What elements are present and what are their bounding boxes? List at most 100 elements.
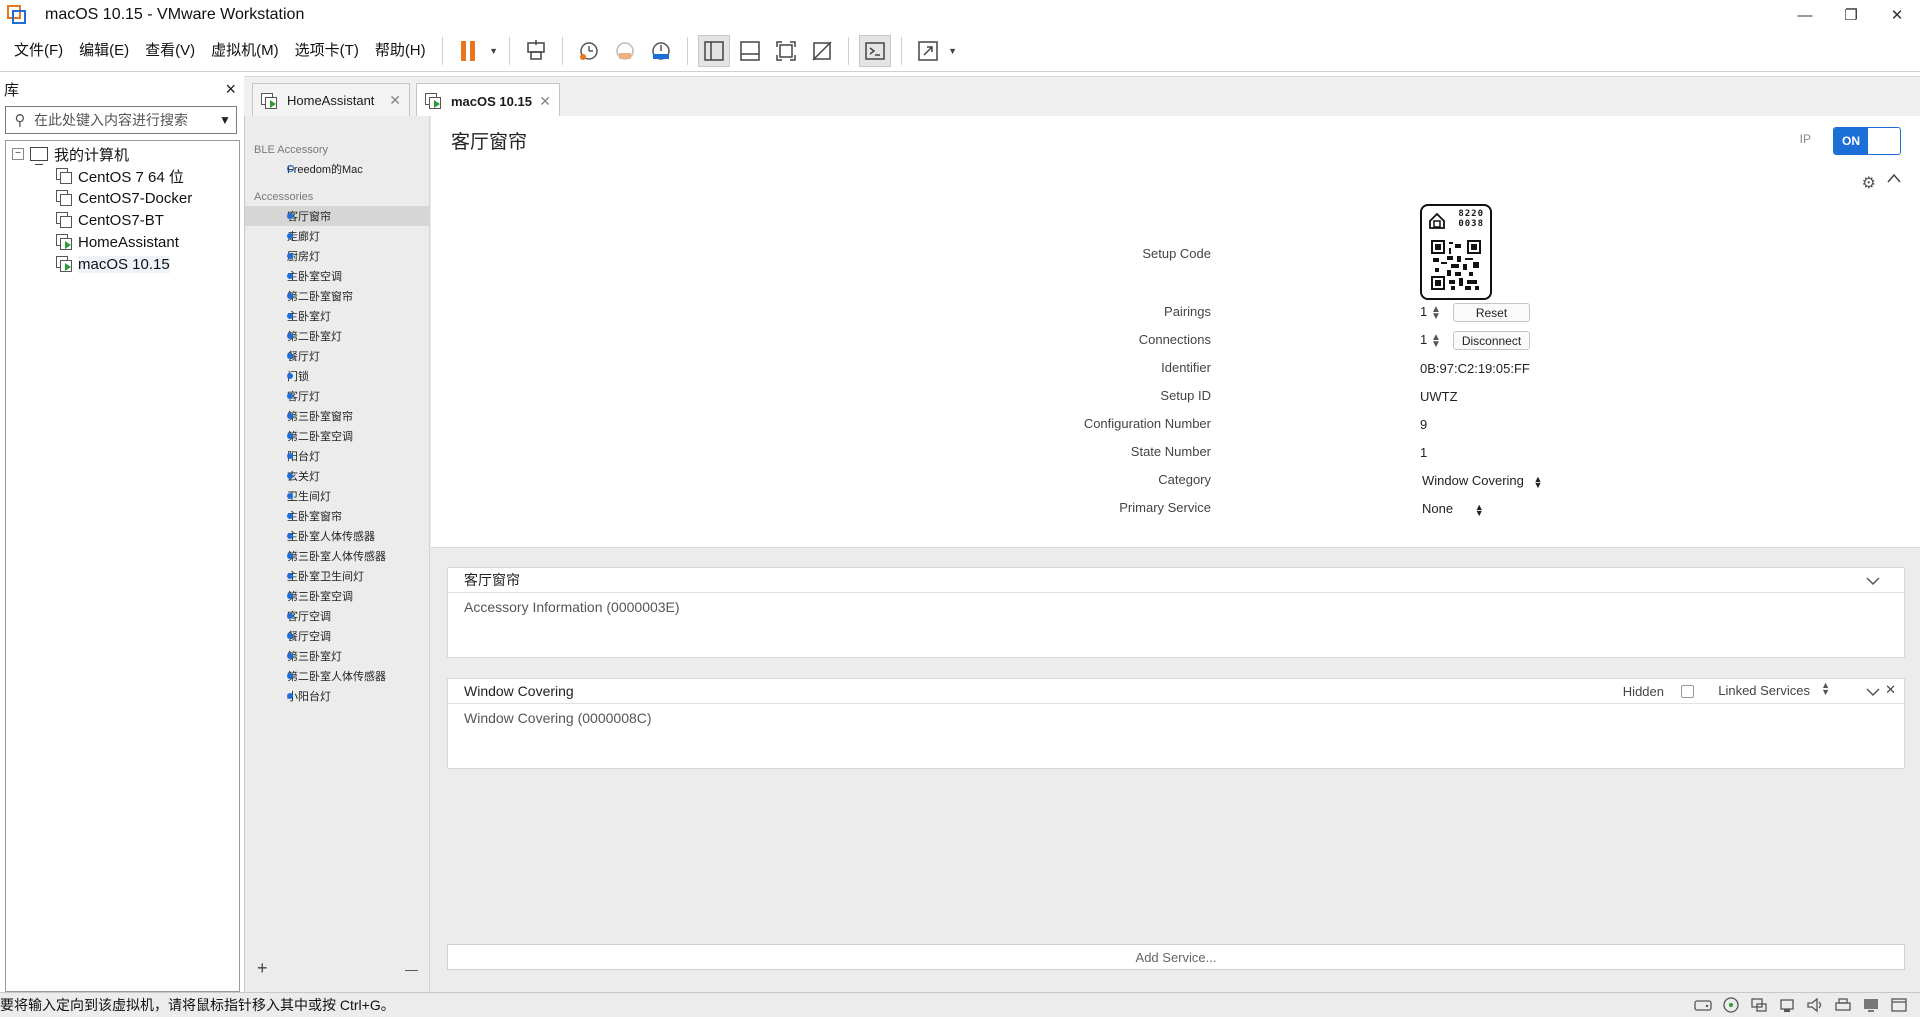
accessory-item[interactable]: 主卧室人体传感器 <box>245 526 429 546</box>
accessory-item[interactable]: 客厅灯 <box>245 386 429 406</box>
search-dropdown-icon[interactable]: ▼ <box>214 113 236 127</box>
disconnect-button[interactable]: Disconnect <box>1453 331 1530 350</box>
accessory-item[interactable]: 走廊灯 <box>245 226 429 246</box>
accessory-item[interactable]: 主卧室窗帘 <box>245 506 429 526</box>
accessory-item[interactable]: 厨房灯 <box>245 246 429 266</box>
show-thumbnail-bar-icon[interactable] <box>734 35 766 67</box>
add-accessory-button[interactable]: + <box>257 958 268 979</box>
ble-accessory-item[interactable]: Freedom的Mac <box>245 159 429 179</box>
menu-vm[interactable]: 虚拟机(M) <box>203 30 287 72</box>
tab-macos[interactable]: macOS 10.15 ✕ <box>416 83 560 118</box>
display-icon[interactable] <box>1860 996 1882 1014</box>
chevron-down-icon[interactable] <box>1866 573 1880 589</box>
tab-homeassistant[interactable]: HomeAssistant ✕ <box>252 83 410 117</box>
full-screen-icon[interactable] <box>770 35 802 67</box>
accessory-label: 卫生间灯 <box>287 491 331 503</box>
accessory-item[interactable]: 第三卧室空调 <box>245 586 429 606</box>
library-search[interactable]: ⚲ 在此处键入内容进行搜索 ▼ <box>5 106 237 134</box>
message-log-icon[interactable] <box>1888 996 1910 1014</box>
pairings-stepper-icon[interactable]: ▲ ▼ <box>1431 305 1441 322</box>
remove-accessory-button[interactable]: — <box>405 962 418 977</box>
hard-disk-icon[interactable] <box>1692 996 1714 1014</box>
pause-icon[interactable] <box>453 35 485 67</box>
vm-name: CentOS 7 64 位 <box>78 168 184 186</box>
toolbar-separator <box>561 36 563 65</box>
state-number-value: 1 <box>1420 445 1428 460</box>
console-view-icon[interactable] <box>858 34 891 67</box>
tree-item-vm[interactable]: macOS 10.15 <box>6 253 239 275</box>
snapshot-revert-icon[interactable] <box>609 35 641 67</box>
accessory-item[interactable]: 第三卧室人体传感器 <box>245 546 429 566</box>
accessory-item[interactable]: 第二卧室灯 <box>245 326 429 346</box>
menu-tabs[interactable]: 选项卡(T) <box>287 30 367 72</box>
connections-stepper-icon[interactable]: ▲ ▼ <box>1431 333 1441 350</box>
select-arrows-icon[interactable]: ▲ ▼ <box>1821 681 1830 697</box>
chevron-up-icon[interactable] <box>1887 170 1901 188</box>
toolbar-separator <box>900 36 902 65</box>
cd-dvd-icon[interactable] <box>1720 996 1742 1014</box>
menu-view[interactable]: 查看(V) <box>137 30 203 72</box>
ip-toggle[interactable]: ON <box>1833 127 1901 155</box>
chevron-down-icon[interactable] <box>1866 684 1880 700</box>
linked-services-label[interactable]: Linked Services <box>1718 683 1810 698</box>
menu-help[interactable]: 帮助(H) <box>367 30 434 72</box>
restore-button[interactable]: ❐ <box>1828 0 1874 30</box>
library-search-input[interactable]: 在此处键入内容进行搜索 <box>34 110 214 130</box>
tab-close-icon[interactable]: ✕ <box>539 93 551 110</box>
accessory-item[interactable]: 小阳台灯 <box>245 686 429 706</box>
window-title: macOS 10.15 - VMware Workstation <box>45 6 305 23</box>
tree-item-vm[interactable]: CentOS 7 64 位 <box>6 165 239 187</box>
accessory-item[interactable]: 餐厅灯 <box>245 346 429 366</box>
accessory-item[interactable]: 第二卧室窗帘 <box>245 286 429 306</box>
library-close-button[interactable]: × <box>225 79 236 100</box>
accessory-item[interactable]: 第二卧室人体传感器 <box>245 666 429 686</box>
tree-item-vm[interactable]: CentOS7-Docker <box>6 187 239 209</box>
close-icon[interactable]: ✕ <box>1885 682 1896 698</box>
hidden-checkbox[interactable] <box>1681 685 1694 698</box>
snapshot-take-icon[interactable] <box>573 35 605 67</box>
usb-icon[interactable] <box>1776 996 1798 1014</box>
accessory-label: 餐厅空调 <box>287 631 331 643</box>
accessory-item[interactable]: 第三卧室窗帘 <box>245 406 429 426</box>
unity-mode-icon[interactable] <box>806 35 838 67</box>
guest-display[interactable]: BLE Accessory Freedom的Mac Accessories 客厅… <box>244 116 1920 992</box>
stretch-dropdown-icon[interactable]: ▼ <box>946 35 960 67</box>
menu-edit[interactable]: 编辑(E) <box>71 30 137 72</box>
accessory-item[interactable]: 主卧室灯 <box>245 306 429 326</box>
send-ctrl-alt-del-icon[interactable] <box>520 35 552 67</box>
primary-service-select[interactable]: None ▲ ▼ <box>1422 501 1484 517</box>
accessory-item[interactable]: 第三卧室灯 <box>245 646 429 666</box>
tab-close-icon[interactable]: ✕ <box>389 92 401 109</box>
menu-file[interactable]: 文件(F) <box>6 30 71 72</box>
accessory-item[interactable]: 主卧室空调 <box>245 266 429 286</box>
tree-item-vm[interactable]: CentOS7-BT <box>6 209 239 231</box>
printer-icon[interactable] <box>1832 996 1854 1014</box>
network-adapter-icon[interactable] <box>1748 996 1770 1014</box>
accessory-item[interactable]: 门锁 <box>245 366 429 386</box>
accessory-item[interactable]: 客厅空调 <box>245 606 429 626</box>
minimize-button[interactable]: — <box>1782 0 1828 30</box>
accessory-label: 第二卧室窗帘 <box>287 291 353 303</box>
accessory-item[interactable]: 阳台灯 <box>245 446 429 466</box>
add-service-button[interactable]: Add Service... <box>447 944 1905 970</box>
accessory-item[interactable]: 客厅窗帘 <box>245 206 429 226</box>
vm-name: macOS 10.15 <box>78 255 170 273</box>
power-dropdown-icon[interactable]: ▼ <box>487 35 501 67</box>
collapse-icon[interactable]: − <box>12 148 24 160</box>
accessory-item[interactable]: 第二卧室空调 <box>245 426 429 446</box>
tree-item-vm[interactable]: HomeAssistant <box>6 231 239 253</box>
accessory-item[interactable]: 玄关灯 <box>245 466 429 486</box>
close-window-button[interactable]: ✕ <box>1874 0 1920 30</box>
show-library-icon[interactable] <box>697 34 730 67</box>
snapshot-manager-icon[interactable] <box>645 35 677 67</box>
status-dot-icon <box>287 473 293 479</box>
accessory-item[interactable]: 主卧室卫生间灯 <box>245 566 429 586</box>
tree-root[interactable]: − 我的计算机 <box>6 143 239 165</box>
category-select[interactable]: Window Covering ▲ ▼ <box>1422 473 1542 489</box>
accessory-item[interactable]: 卫生间灯 <box>245 486 429 506</box>
stretch-guest-icon[interactable] <box>912 35 944 67</box>
reset-button[interactable]: Reset <box>1453 303 1530 322</box>
gear-icon[interactable]: ⚙ <box>1862 173 1876 193</box>
sound-icon[interactable] <box>1804 996 1826 1014</box>
accessory-item[interactable]: 餐厅空调 <box>245 626 429 646</box>
